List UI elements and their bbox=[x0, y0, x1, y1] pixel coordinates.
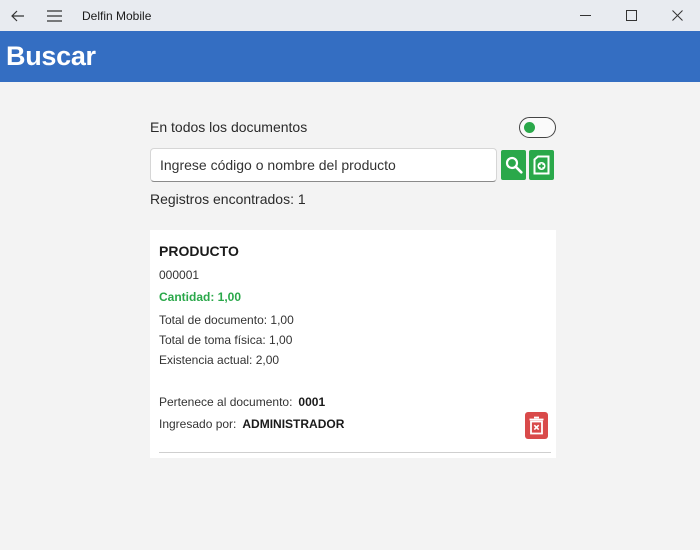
entered-by-label: Ingresado por: bbox=[159, 417, 237, 431]
all-documents-toggle[interactable] bbox=[519, 116, 556, 138]
window-controls bbox=[562, 0, 700, 31]
card-divider bbox=[159, 452, 551, 453]
page-header: Buscar bbox=[0, 31, 700, 82]
close-button[interactable] bbox=[654, 0, 700, 31]
entered-by-row: Ingresado por: ADMINISTRADOR bbox=[159, 417, 344, 431]
result-card: PRODUCTO 000001 Cantidad: 1,00 Total de … bbox=[150, 230, 556, 458]
back-button[interactable] bbox=[0, 0, 36, 31]
window-title: Delfin Mobile bbox=[82, 8, 152, 23]
maximize-icon bbox=[625, 10, 637, 21]
menu-button[interactable] bbox=[36, 0, 72, 31]
arrow-left-icon bbox=[11, 10, 24, 21]
search-row bbox=[150, 148, 554, 182]
product-quantity: Cantidad: 1,00 bbox=[159, 290, 242, 304]
product-code: 000001 bbox=[159, 268, 200, 282]
minimize-button[interactable] bbox=[562, 0, 608, 31]
delete-button[interactable] bbox=[525, 412, 548, 439]
add-document-button[interactable] bbox=[529, 150, 554, 180]
trash-icon bbox=[529, 416, 544, 435]
document-label: Pertenece al documento: bbox=[159, 395, 293, 409]
add-document-icon bbox=[533, 155, 550, 175]
document-total: Total de documento: 1,00 bbox=[159, 313, 294, 327]
title-bar: Delfin Mobile bbox=[0, 0, 700, 31]
entered-by-user: ADMINISTRADOR bbox=[242, 417, 345, 431]
minimize-icon bbox=[579, 15, 591, 16]
product-title: PRODUCTO bbox=[159, 243, 239, 259]
page-title: Buscar bbox=[6, 41, 96, 71]
document-number: 0001 bbox=[298, 395, 326, 409]
magnifier-icon bbox=[505, 156, 523, 174]
search-button[interactable] bbox=[501, 150, 526, 180]
current-stock: Existencia actual: 2,00 bbox=[159, 353, 280, 367]
close-icon bbox=[671, 10, 683, 21]
hamburger-menu-icon bbox=[46, 9, 62, 22]
document-row: Pertenece al documento: 0001 bbox=[159, 395, 325, 409]
toggle-label: En todos los documentos bbox=[150, 119, 308, 135]
maximize-button[interactable] bbox=[608, 0, 654, 31]
toggle-knob bbox=[524, 121, 535, 133]
physical-count-total: Total de toma física: 1,00 bbox=[159, 333, 293, 347]
records-count: Registros encontrados: 1 bbox=[150, 191, 306, 207]
search-input[interactable] bbox=[150, 148, 497, 182]
all-documents-toggle-row: En todos los documentos bbox=[150, 116, 556, 138]
